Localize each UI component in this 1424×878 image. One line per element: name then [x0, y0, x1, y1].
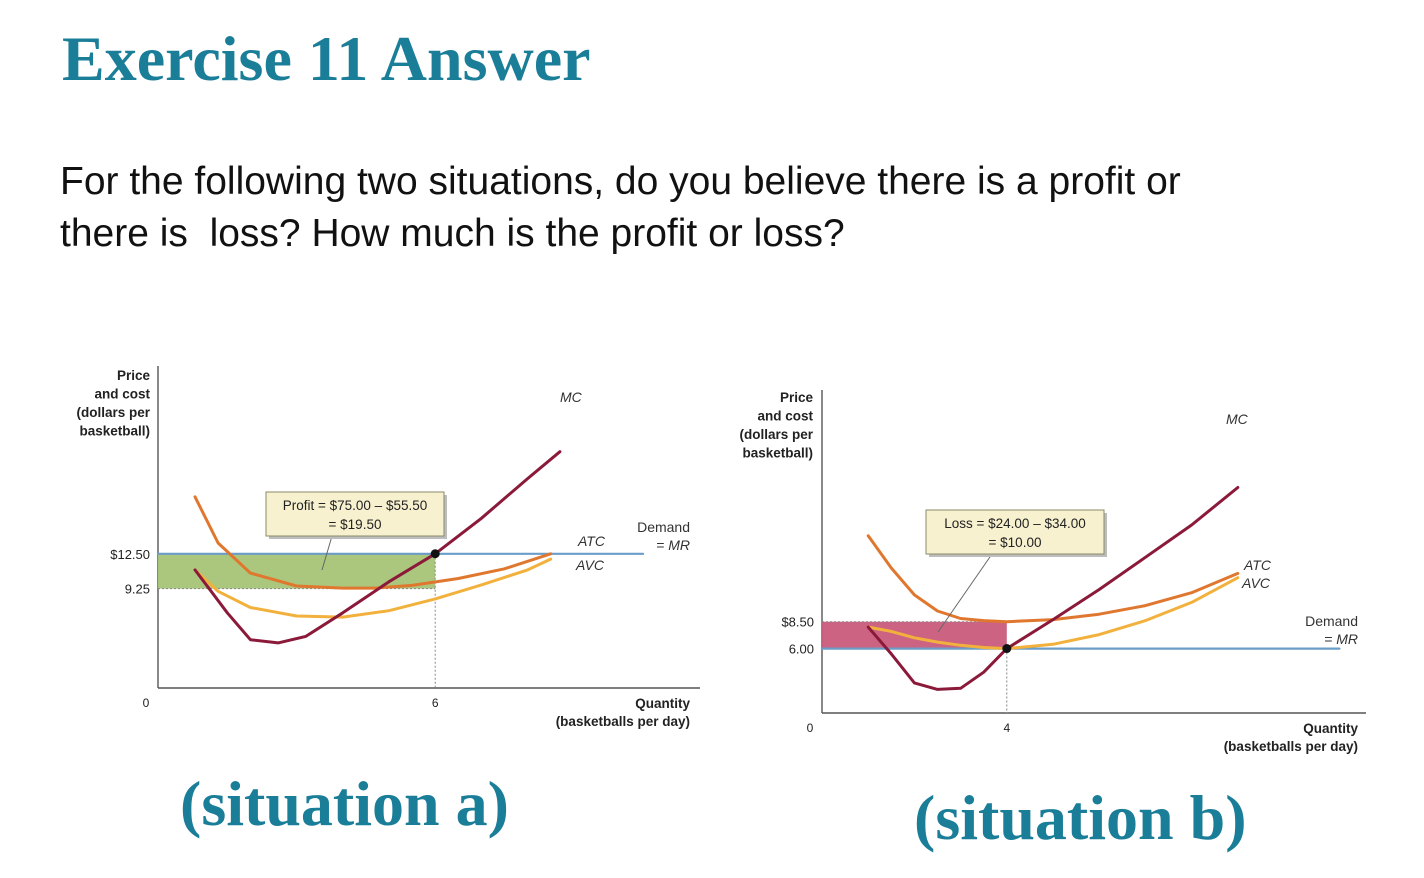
charts-canvas: $12.50 9.25 6 0 Price and cost (dollars per bas… [76, 366, 1366, 754]
origin-label: 0 [143, 696, 150, 710]
y-axis-label-line-2: (dollars per [739, 427, 813, 442]
y-axis-label-line-1: and cost [94, 387, 150, 402]
y-axis-label-line-0: Price [780, 390, 814, 405]
y-axis-label-line-1: and cost [757, 409, 813, 424]
avc-label: AVC [1241, 575, 1271, 591]
mc-curve [193, 450, 562, 645]
avc-label: AVC [575, 557, 605, 573]
demand-label-line-2: = MR [656, 537, 690, 553]
y-axis-label-line-3: basketball) [742, 446, 813, 461]
demand-label-line-2: = MR [1324, 631, 1358, 647]
caption-situation-a: (situation a) [180, 768, 509, 839]
demand-label-line-1: Demand [637, 519, 690, 535]
mc-label: MC [560, 389, 583, 405]
loss-area [822, 621, 1007, 649]
x-axis-label-line-0: Quantity [635, 696, 690, 711]
chart-situation-b: $8.50 6.00 4 0 Price and cost (dollars per bask… [739, 390, 1366, 754]
x-axis-label-line-1: (basketballs per day) [556, 714, 690, 729]
x-axis-label-line-0: Quantity [1303, 721, 1358, 736]
equilibrium-point [1002, 644, 1012, 654]
atc-label: ATC [577, 533, 606, 549]
x-tick-label-0: 6 [432, 696, 439, 710]
caption-situation-b: (situation b) [914, 782, 1247, 853]
annotation-line-2: = $19.50 [329, 517, 382, 532]
y-axis-label-line-3: basketball) [79, 424, 150, 439]
y-tick-label-0: $12.50 [110, 547, 150, 562]
y-tick-label-1: 6.00 [789, 642, 814, 657]
annotation-line-1: Profit = $75.00 – $55.50 [283, 498, 428, 513]
equilibrium-point [430, 549, 440, 559]
y-tick-label-1: 9.25 [125, 582, 150, 597]
profit-area [158, 553, 436, 589]
mc-label: MC [1226, 411, 1249, 427]
annotation-line-2: = $10.00 [989, 535, 1042, 550]
chart-situation-a: $12.50 9.25 6 0 Price and cost (dollars per bas… [76, 366, 700, 729]
atc-label: ATC [1243, 557, 1272, 573]
origin-label: 0 [807, 721, 814, 735]
y-tick-label-0: $8.50 [781, 615, 814, 630]
x-tick-label-0: 4 [1003, 721, 1010, 735]
y-axis-label-line-0: Price [117, 368, 151, 383]
x-axis-label-line-1: (basketballs per day) [1224, 739, 1358, 754]
annotation-line-1: Loss = $24.00 – $34.00 [944, 516, 1086, 531]
demand-label-line-1: Demand [1305, 613, 1358, 629]
y-axis-label-line-2: (dollars per [76, 405, 150, 420]
